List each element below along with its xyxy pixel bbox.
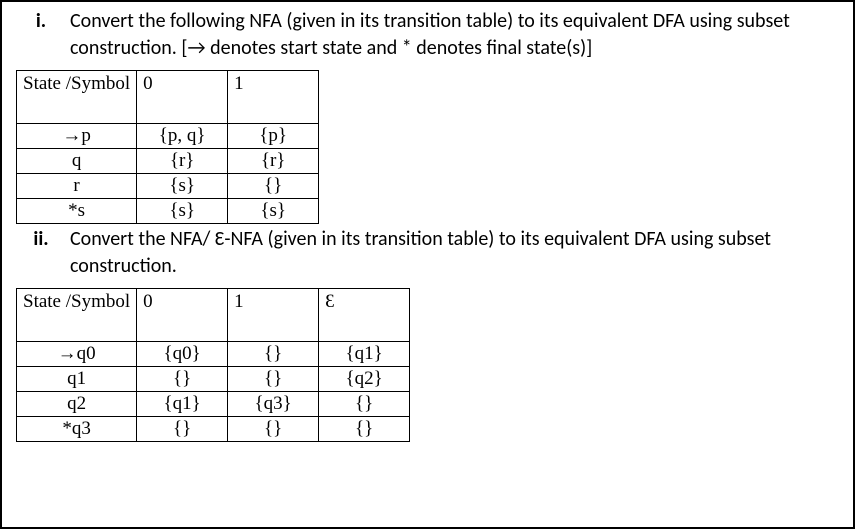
t1-r1-c1: {r} xyxy=(228,149,319,174)
t2-r2-ce: {} xyxy=(319,392,410,417)
page-inner: i. Convert the following NFA (given in i… xyxy=(2,2,853,454)
t1-r3-c0: {s} xyxy=(137,199,228,224)
t1-header-state: State /Symbol xyxy=(17,71,137,124)
t2-r3-state: *q3 xyxy=(17,417,137,442)
t1-r1-state: q xyxy=(17,149,137,174)
table-row: q1 {} {} {q2} xyxy=(17,367,410,392)
t1-r2-c1: {} xyxy=(228,174,319,199)
t2-r1-c1: {} xyxy=(228,367,319,392)
table-row: q {r} {r} xyxy=(17,149,319,174)
question-i-marker: i. xyxy=(12,8,70,35)
t1-r0-c0: {p, q} xyxy=(137,124,228,149)
question-ii: ii. Convert the NFA/ Ɛ-NFA (given in its… xyxy=(12,226,843,280)
t2-r1-c0: {} xyxy=(137,367,228,392)
t2-r1-ce: {q2} xyxy=(319,367,410,392)
t2-r0-ce: {q1} xyxy=(319,342,410,367)
t2-r2-c0: {q1} xyxy=(137,392,228,417)
table-row: r {s} {} xyxy=(17,174,319,199)
t2-r2-c1: {q3} xyxy=(228,392,319,417)
t1-header-0: 0 xyxy=(137,71,228,124)
question-ii-marker: ii. xyxy=(12,226,70,253)
t2-header-1: 1 xyxy=(228,289,319,342)
question-ii-text: Convert the NFA/ Ɛ-NFA (given in its tra… xyxy=(70,226,843,280)
t2-header-0: 0 xyxy=(137,289,228,342)
t1-r0-c1: {p} xyxy=(228,124,319,149)
t2-r3-c0: {} xyxy=(137,417,228,442)
t1-r2-c0: {s} xyxy=(137,174,228,199)
t2-header-eps: Ɛ xyxy=(319,289,410,342)
t1-r3-c1: {s} xyxy=(228,199,319,224)
t2-header-state: State /Symbol xyxy=(17,289,137,342)
table-row: State /Symbol 0 1 Ɛ xyxy=(17,289,410,342)
t2-r3-ce: {} xyxy=(319,417,410,442)
nfa-table-2: State /Symbol 0 1 Ɛ →q0 {q0} {} {q1} q1 … xyxy=(16,288,410,442)
table-row: *q3 {} {} {} xyxy=(17,417,410,442)
t2-r0-c1: {} xyxy=(228,342,319,367)
t1-header-1: 1 xyxy=(228,71,319,124)
t1-r0-state: →p xyxy=(17,124,137,149)
t2-r0-c0: {q0} xyxy=(137,342,228,367)
t1-r2-state: r xyxy=(17,174,137,199)
table-row: →q0 {q0} {} {q1} xyxy=(17,342,410,367)
table-row: →p {p, q} {p} xyxy=(17,124,319,149)
nfa-table-1: State /Symbol 0 1 →p {p, q} {p} q {r} {r… xyxy=(16,70,319,224)
t2-r0-state: →q0 xyxy=(17,342,137,367)
question-i-text: Convert the following NFA (given in its … xyxy=(70,8,843,62)
t1-r1-c0: {r} xyxy=(137,149,228,174)
question-i: i. Convert the following NFA (given in i… xyxy=(12,8,843,62)
t2-r3-c1: {} xyxy=(228,417,319,442)
table-row: State /Symbol 0 1 xyxy=(17,71,319,124)
t1-r3-state: *s xyxy=(17,199,137,224)
table-row: *s {s} {s} xyxy=(17,199,319,224)
t2-r1-state: q1 xyxy=(17,367,137,392)
t2-r2-state: q2 xyxy=(17,392,137,417)
page-frame: i. Convert the following NFA (given in i… xyxy=(0,0,855,529)
table-row: q2 {q1} {q3} {} xyxy=(17,392,410,417)
